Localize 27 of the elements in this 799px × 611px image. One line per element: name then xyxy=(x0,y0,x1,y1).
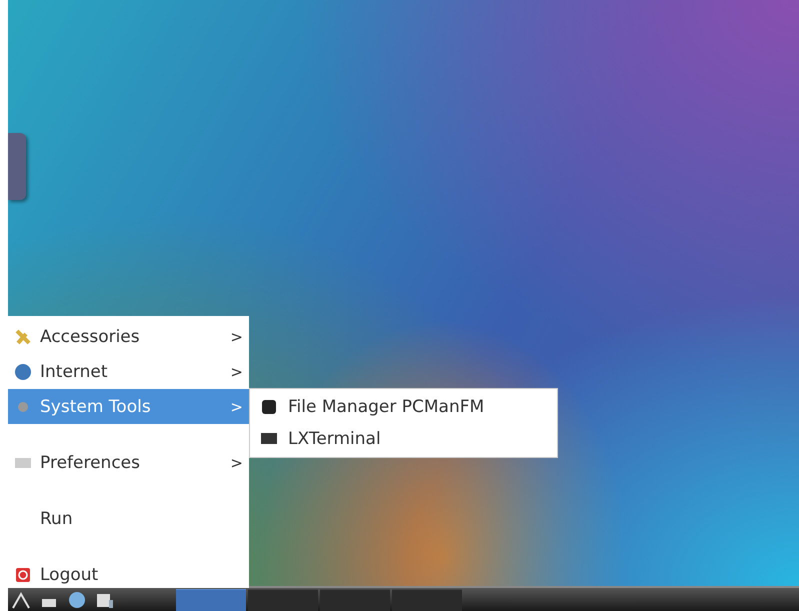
menu-logo-icon[interactable] xyxy=(12,590,30,608)
task-button[interactable] xyxy=(176,588,246,610)
menu-item[interactable]: Accessories > xyxy=(8,319,249,354)
globe-icon[interactable] xyxy=(68,590,86,608)
task-button[interactable] xyxy=(248,588,318,610)
menu-item[interactable]: Internet > xyxy=(8,354,249,389)
submenu-item[interactable]: LXTerminal xyxy=(250,423,557,455)
submenu-arrow: > xyxy=(230,398,243,416)
folder-icon xyxy=(260,398,278,416)
power-icon xyxy=(14,566,32,584)
menu-item[interactable]: Logout xyxy=(8,557,249,592)
menu-item[interactable]: Preferences > xyxy=(8,445,249,480)
menu-item-label: Run xyxy=(40,508,74,528)
menu-item-label: Internet xyxy=(40,362,109,382)
panel-handle[interactable] xyxy=(8,133,26,200)
task-button[interactable] xyxy=(320,588,390,610)
menu-item[interactable]: Run xyxy=(8,501,249,536)
task-button[interactable] xyxy=(392,588,462,610)
submenu-arrow: > xyxy=(230,362,243,380)
menu-item-label: System Tools xyxy=(40,396,152,416)
submenu-arrow: > xyxy=(230,328,243,346)
menu-item-label: Logout xyxy=(40,564,100,584)
menu-item-label: Preferences xyxy=(40,452,141,472)
submenu-item[interactable]: File Manager PCManFM xyxy=(250,391,557,423)
submenu-arrow: > xyxy=(230,454,243,472)
globe-icon xyxy=(14,362,32,380)
menu-item-label: Accessories xyxy=(40,326,141,346)
